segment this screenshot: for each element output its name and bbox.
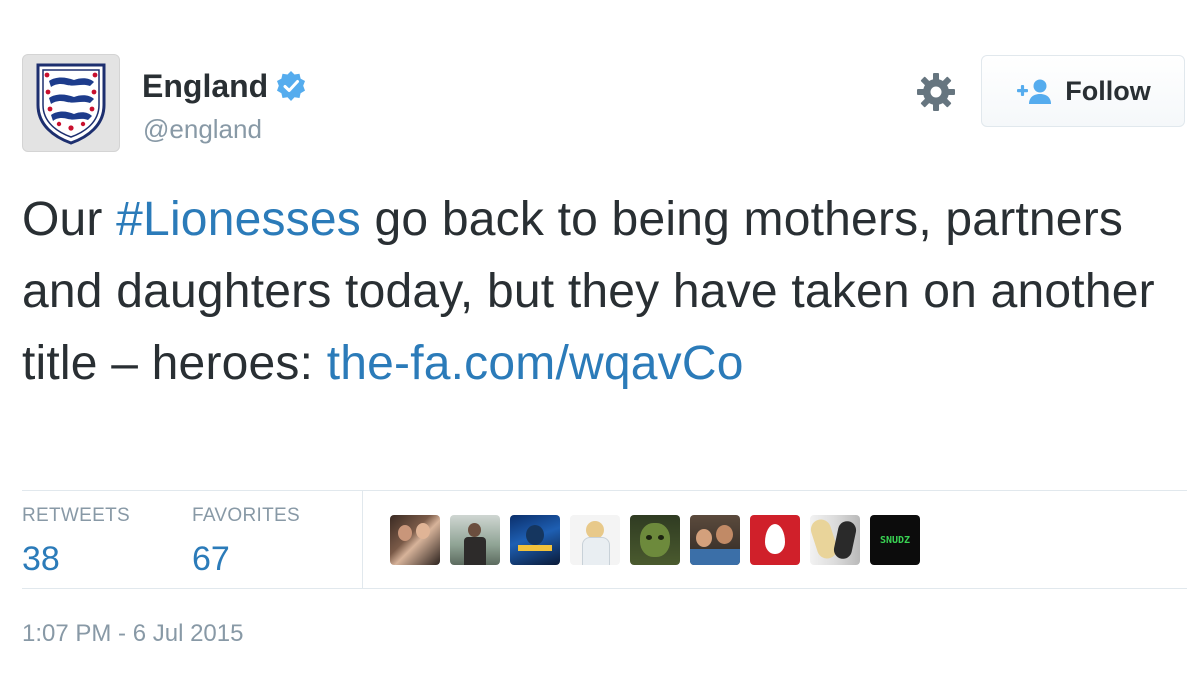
favoriter-avatar-7[interactable] <box>750 515 800 565</box>
favoriter-avatar-1[interactable] <box>390 515 440 565</box>
tweet-text-start: Our <box>22 193 117 246</box>
screen-name[interactable]: @england <box>143 112 262 146</box>
favoriter-avatar-8[interactable] <box>810 515 860 565</box>
hashtag-link[interactable]: #Lionesses <box>116 193 361 246</box>
favorites-stat[interactable]: FAVORITES 67 <box>192 505 300 579</box>
follow-button[interactable]: Follow <box>981 55 1185 127</box>
stats-vertical-divider <box>362 490 363 588</box>
tweet-text: Our #Lionesses go back to being mothers,… <box>22 184 1182 400</box>
display-name[interactable]: England <box>142 66 307 106</box>
favoriter-avatar-3[interactable] <box>510 515 560 565</box>
favoriter-avatars: SNUDZ <box>390 515 930 565</box>
retweets-stat[interactable]: RETWEETS 38 <box>22 505 130 579</box>
profile-avatar[interactable] <box>22 54 120 152</box>
tweet-timestamp[interactable]: 1:07 PM - 6 Jul 2015 <box>22 619 243 649</box>
stats-top-divider <box>22 490 1187 491</box>
retweets-label: RETWEETS <box>22 505 130 526</box>
verified-badge-icon <box>277 71 306 101</box>
favoriter-avatar-4[interactable] <box>570 515 620 565</box>
england-crest-icon <box>36 63 106 145</box>
retweets-count: 38 <box>22 540 60 578</box>
favoriter-avatar-6[interactable] <box>690 515 740 565</box>
display-name-text: England <box>142 68 269 104</box>
add-user-icon <box>1017 79 1052 104</box>
favoriter-avatar-9-text: SNUDZ <box>879 534 911 546</box>
favoriter-avatar-9[interactable]: SNUDZ <box>870 515 920 565</box>
stats-bottom-divider <box>22 588 1187 589</box>
favorites-count: 67 <box>192 540 230 578</box>
article-link[interactable]: the-fa.com/wqavCo <box>327 337 744 390</box>
favoriter-avatar-2[interactable] <box>450 515 500 565</box>
favorites-label: FAVORITES <box>192 505 300 526</box>
favoriter-avatar-5[interactable] <box>630 515 680 565</box>
gear-icon[interactable] <box>916 72 956 112</box>
follow-button-label: Follow <box>1065 75 1151 106</box>
